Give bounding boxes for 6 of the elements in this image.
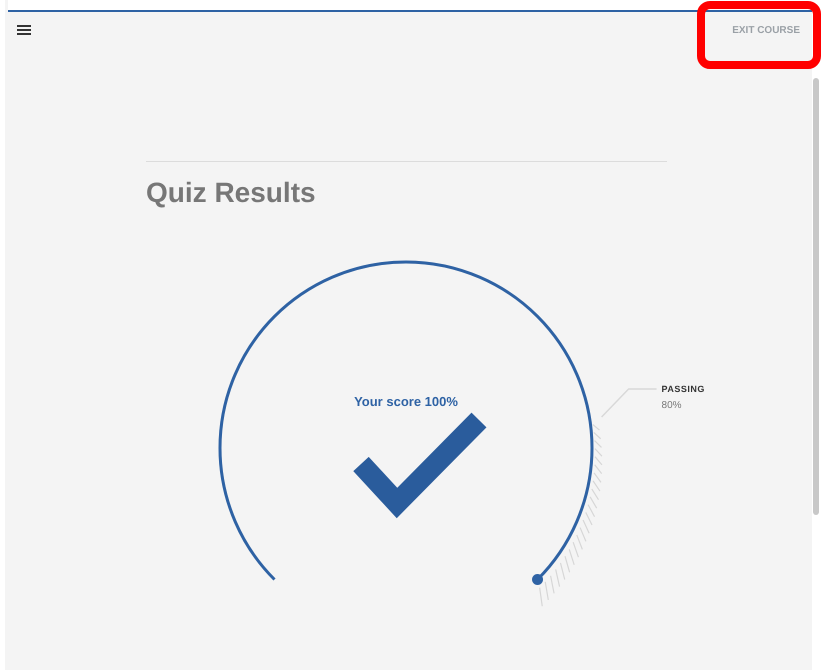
passing-label: PASSING — [662, 384, 705, 394]
page-title: Quiz Results — [146, 161, 667, 210]
menu-icon[interactable] — [17, 25, 31, 35]
score-text: Your score 100% — [354, 394, 458, 409]
exit-course-button[interactable]: EXIT COURSE — [728, 22, 804, 38]
passing-value: 80% — [662, 400, 682, 412]
